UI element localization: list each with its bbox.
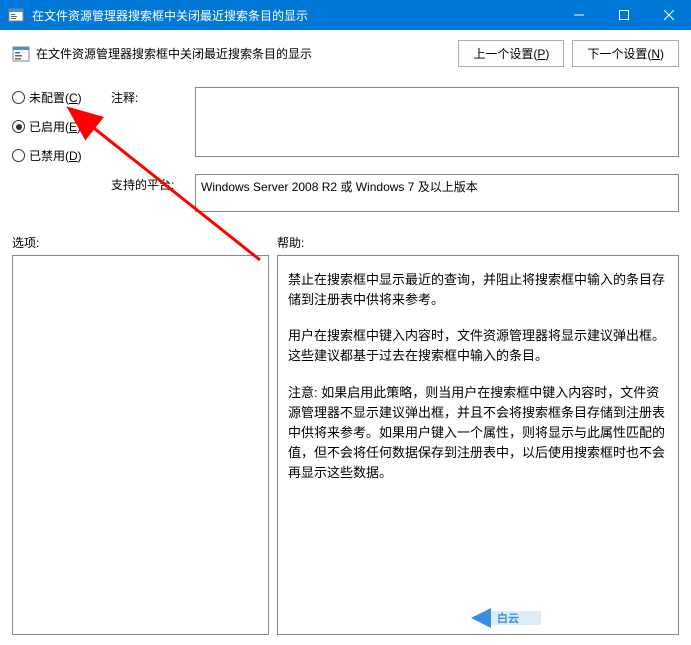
comment-textarea[interactable] [195,87,679,157]
titlebar: 在文件资源管理器搜索框中关闭最近搜索条目的显示 [0,0,691,30]
maximize-button[interactable] [601,0,646,30]
radio-label: 已启用(E) [29,118,81,135]
radio-not-configured[interactable]: 未配置(C) [12,89,97,106]
app-icon [8,7,24,23]
svg-text:白云: 白云 [497,611,519,625]
platform-text: Windows Server 2008 R2 或 Windows 7 及以上版本 [201,180,478,194]
radio-enabled[interactable]: 已启用(E) [12,118,97,135]
supported-platform-box: Windows Server 2008 R2 或 Windows 7 及以上版本 [195,174,679,212]
minimize-button[interactable] [556,0,601,30]
radio-label: 已禁用(D) [29,147,82,164]
window-controls [556,0,691,30]
help-label: 帮助: [277,234,304,251]
page-title: 在文件资源管理器搜索框中关闭最近搜索条目的显示 [36,45,458,62]
platform-label: 支持的平台: [111,174,181,193]
radio-icon [12,149,25,162]
help-paragraph: 禁止在搜索框中显示最近的查询，并阻止将搜索框中输入的条目存储到注册表中供将来参考… [288,270,668,310]
previous-setting-button[interactable]: 上一个设置(P) [458,40,564,67]
next-setting-button[interactable]: 下一个设置(N) [572,40,679,67]
help-paragraph: 用户在搜索框中键入内容时，文件资源管理器将显示建议弹出框。 这些建议都基于过去在… [288,326,668,366]
options-panel [12,255,269,635]
radio-icon [12,120,25,133]
radio-icon [12,91,25,104]
help-panel: 禁止在搜索框中显示最近的查询，并阻止将搜索框中输入的条目存储到注册表中供将来参考… [277,255,679,635]
config-radio-group: 未配置(C) 已启用(E) 已禁用(D) [12,87,97,164]
close-button[interactable] [646,0,691,30]
comment-label: 注释: [111,87,181,106]
policy-icon [12,45,30,63]
radio-label: 未配置(C) [29,89,82,106]
options-label: 选项: [12,234,277,251]
help-paragraph: 注意: 如果启用此策略，则当用户在搜索框中键入内容时，文件资源管理器不显示建议弹… [288,383,668,484]
radio-disabled[interactable]: 已禁用(D) [12,147,97,164]
watermark-logo: 白云 [471,603,561,636]
window-title: 在文件资源管理器搜索框中关闭最近搜索条目的显示 [32,7,556,24]
